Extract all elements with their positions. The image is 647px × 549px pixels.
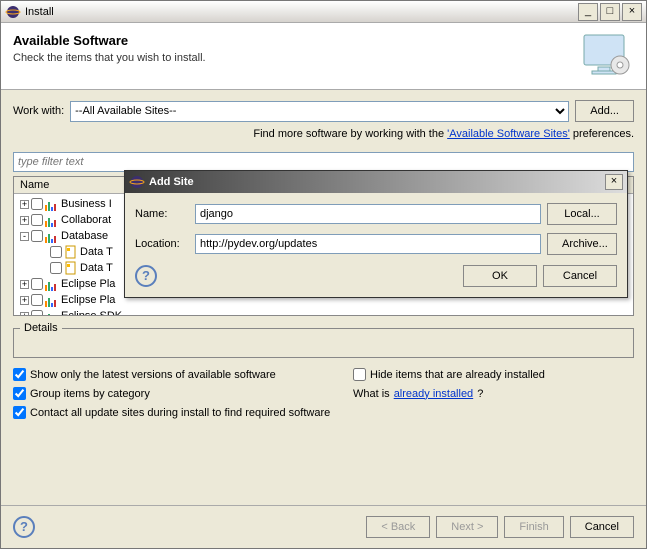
details-legend: Details [20,322,62,334]
tree-checkbox[interactable] [31,214,43,226]
work-with-label: Work with: [13,105,64,117]
hide-installed-label: Hide items that are already installed [370,369,545,381]
expand-icon[interactable]: + [20,312,29,317]
tree-label: Eclipse Pla [61,294,115,306]
banner-heading: Available Software [13,33,582,48]
tree-label: Data T [80,246,113,258]
minimize-button[interactable]: _ [578,3,598,21]
collapse-icon[interactable]: - [20,232,29,241]
folder-icon [45,213,59,227]
finish-button[interactable]: Finish [504,516,563,538]
name-label: Name: [135,208,189,220]
expand-icon[interactable]: + [20,200,29,209]
location-label: Location: [135,238,189,250]
tree-row[interactable]: + Eclipse SDK [16,308,631,316]
page-icon [64,261,78,275]
folder-icon [45,309,59,316]
close-button[interactable]: × [622,3,642,21]
cancel-button[interactable]: Cancel [570,516,634,538]
titlebar[interactable]: Install _ □ × [1,1,646,23]
work-with-row: Work with: --All Available Sites-- Add..… [1,90,646,126]
tree-checkbox[interactable] [31,278,43,290]
available-sites-link[interactable]: 'Available Software Sites' [447,128,570,140]
eclipse-icon [129,174,145,190]
tree-checkbox[interactable] [50,246,62,258]
modal-titlebar[interactable]: Add Site × [125,171,627,193]
already-installed-link[interactable]: already installed [394,388,474,400]
modal-close-button[interactable]: × [605,174,623,190]
expand-icon[interactable]: + [20,216,29,225]
tree-label: Eclipse Pla [61,278,115,290]
question-mark: ? [477,388,483,400]
filter-input[interactable] [13,152,634,172]
next-button[interactable]: Next > [436,516,498,538]
modal-title: Add Site [149,176,605,188]
tree-label: Eclipse SDK [61,310,122,316]
tree-label: Collaborat [61,214,111,226]
add-site-dialog: Add Site × Name: Local... Location: Arch… [124,170,628,298]
help-icon[interactable]: ? [135,265,157,287]
find-more-prefix: Find more software by working with the [253,128,447,140]
tree-label: Database [61,230,108,242]
group-category-label: Group items by category [30,388,150,400]
folder-icon [45,293,59,307]
archive-button[interactable]: Archive... [547,233,617,255]
find-more-suffix: preferences. [570,128,634,140]
group-category-checkbox[interactable] [13,387,26,400]
add-button[interactable]: Add... [575,100,634,122]
latest-versions-label: Show only the latest versions of availab… [30,369,276,381]
ok-button[interactable]: OK [463,265,537,287]
tree-label: Data T [80,262,113,274]
tree-checkbox[interactable] [31,310,43,316]
work-with-select[interactable]: --All Available Sites-- [70,101,569,122]
expand-icon[interactable]: + [20,296,29,305]
monitor-icon [582,33,634,79]
modal-body: Name: Local... Location: Archive... ? OK… [125,193,627,297]
folder-icon [45,277,59,291]
find-more-row: Find more software by working with the '… [1,126,646,148]
banner: Available Software Check the items that … [1,23,646,90]
latest-versions-checkbox[interactable] [13,368,26,381]
wizard-buttons: ? < Back Next > Finish Cancel [1,505,646,548]
tree-label: Business I [61,198,112,210]
expand-icon[interactable]: + [20,280,29,289]
location-input[interactable] [195,234,541,254]
options-area: Show only the latest versions of availab… [1,358,646,435]
maximize-button[interactable]: □ [600,3,620,21]
back-button[interactable]: < Back [366,516,430,538]
name-input[interactable] [195,204,541,224]
folder-icon [45,197,59,211]
folder-icon [45,229,59,243]
help-icon[interactable]: ? [13,516,35,538]
details-group: Details [13,322,634,358]
tree-checkbox[interactable] [31,198,43,210]
tree-checkbox[interactable] [31,294,43,306]
eclipse-icon [5,4,21,20]
contact-all-checkbox[interactable] [13,406,26,419]
tree-checkbox[interactable] [31,230,43,242]
tree-checkbox[interactable] [50,262,62,274]
modal-cancel-button[interactable]: Cancel [543,265,617,287]
window-title: Install [25,6,576,18]
what-is-text: What is [353,388,390,400]
page-icon [64,245,78,259]
banner-text: Available Software Check the items that … [13,33,582,79]
hide-installed-checkbox[interactable] [353,368,366,381]
local-button[interactable]: Local... [547,203,617,225]
banner-subheading: Check the items that you wish to install… [13,52,582,64]
contact-all-label: Contact all update sites during install … [30,407,330,419]
